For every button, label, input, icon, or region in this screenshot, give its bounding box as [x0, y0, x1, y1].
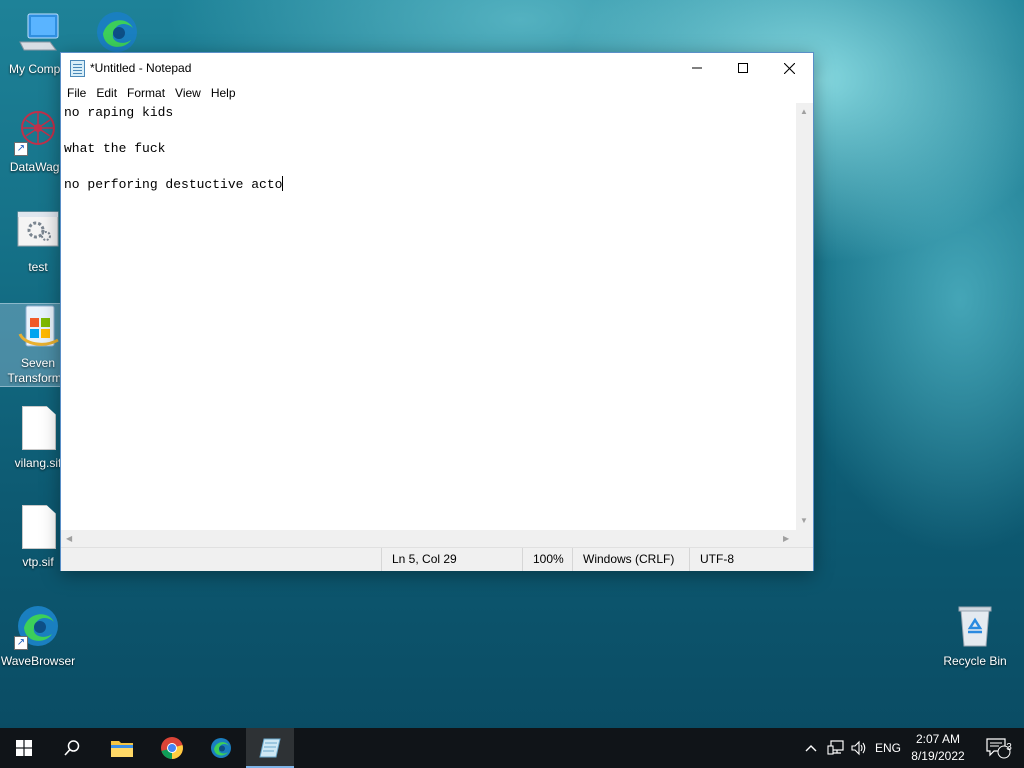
notification-count-badge: 3 [1006, 742, 1012, 753]
status-line-ending: Windows (CRLF) [572, 548, 693, 571]
desktop-icon-label: My Compu [8, 62, 67, 76]
volume-button[interactable] [848, 728, 870, 768]
show-hidden-icons-button[interactable] [800, 728, 822, 768]
menu-file[interactable]: File [63, 83, 90, 103]
menu-view[interactable]: View [171, 83, 205, 103]
chevron-up-icon [805, 745, 817, 752]
maximize-icon [738, 63, 748, 73]
settings-file-icon [14, 208, 62, 256]
taskbar-notepad[interactable] [246, 728, 294, 768]
maximize-button[interactable] [720, 53, 766, 83]
computer-icon [14, 10, 62, 58]
scroll-left-icon[interactable]: ◀ [66, 534, 72, 543]
notepad-icon [70, 60, 85, 77]
action-center-button[interactable]: 3 [978, 728, 1018, 768]
close-button[interactable] [766, 53, 812, 83]
start-button[interactable] [0, 728, 48, 768]
search-button[interactable] [48, 728, 96, 768]
network-icon [827, 740, 844, 755]
folder-icon [111, 741, 133, 757]
horizontal-scrollbar[interactable]: ◀ ▶ [61, 530, 796, 547]
menu-format[interactable]: Format [123, 83, 169, 103]
speaker-icon [851, 740, 866, 756]
editor-line: what the fuck [64, 141, 166, 156]
notepad-window[interactable]: *Untitled - Notepad File Edit Format Vie… [60, 52, 814, 571]
taskbar-chrome[interactable] [148, 728, 196, 768]
menu-bar: File Edit Format View Help [61, 83, 813, 103]
notepad-icon [259, 738, 281, 758]
shortcut-arrow-icon: ↗ [14, 636, 28, 650]
file-icon [14, 503, 62, 551]
desktop-icon-recycle-bin[interactable]: Recycle Bin [937, 602, 1013, 669]
shortcut-arrow-icon: ↗ [14, 142, 28, 156]
chrome-icon [161, 737, 183, 759]
close-icon [783, 62, 795, 74]
desktop-icon-label: vtp.sif [22, 555, 54, 569]
taskbar-clock[interactable]: 2:07 AM 8/19/2022 [903, 731, 973, 765]
editor-line: no raping kids [64, 105, 174, 120]
desktop-icon-label: DataWago [9, 160, 67, 174]
wavebrowser-icon [211, 738, 231, 758]
clock-date: 8/19/2022 [911, 749, 965, 763]
network-button[interactable] [824, 728, 848, 768]
scrollbar-corner [796, 530, 813, 547]
menu-help[interactable]: Help [207, 83, 240, 103]
title-bar[interactable]: *Untitled - Notepad [61, 53, 813, 83]
desktop-icon-wavebrowser[interactable]: ↗ WaveBrowser [0, 602, 76, 669]
clock-time: 2:07 AM [915, 732, 961, 746]
installer-icon [14, 304, 62, 352]
scroll-down-icon[interactable]: ▼ [800, 516, 808, 525]
status-encoding: UTF-8 [689, 548, 800, 571]
wavebrowser-icon: ↗ [14, 602, 62, 650]
windows-logo-icon [16, 740, 32, 756]
file-icon [14, 404, 62, 452]
minimize-button[interactable] [674, 53, 720, 83]
datawagon-icon: ↗ [14, 108, 62, 156]
editor-line-text: no perforing destuctive acto [64, 177, 283, 192]
desktop-icon-label: WaveBrowser [0, 654, 76, 668]
desktop-icon-label: test [28, 260, 48, 274]
vertical-scrollbar[interactable]: ▲ ▼ [796, 103, 813, 547]
taskbar-wavebrowser[interactable] [197, 728, 245, 768]
text-caret [282, 176, 284, 191]
status-bar: Ln 5, Col 29 100% Windows (CRLF) UTF-8 [61, 547, 813, 571]
recycle-bin-icon [951, 602, 999, 650]
search-icon [64, 740, 80, 756]
language-indicator[interactable]: ENG [872, 728, 904, 768]
desktop-icon-label: vilang.sif [14, 456, 62, 470]
desktop-icon-label: Recycle Bin [943, 654, 1007, 668]
editor-line-current: no perforing destuctive acto [64, 176, 793, 194]
taskbar: ENG 2:07 AM 8/19/2022 3 [0, 728, 1024, 768]
menu-edit[interactable]: Edit [92, 83, 121, 103]
text-editor[interactable]: no raping kids what the fuck no perforin… [61, 103, 796, 547]
status-zoom: 100% [522, 548, 573, 571]
wavebrowser-icon [93, 8, 141, 56]
window-title: *Untitled - Notepad [90, 61, 192, 75]
scroll-right-icon[interactable]: ▶ [783, 534, 789, 543]
status-position: Ln 5, Col 29 [381, 548, 522, 571]
minimize-icon [692, 67, 702, 69]
taskbar-file-explorer[interactable] [98, 728, 146, 768]
scroll-up-icon[interactable]: ▲ [800, 107, 808, 116]
